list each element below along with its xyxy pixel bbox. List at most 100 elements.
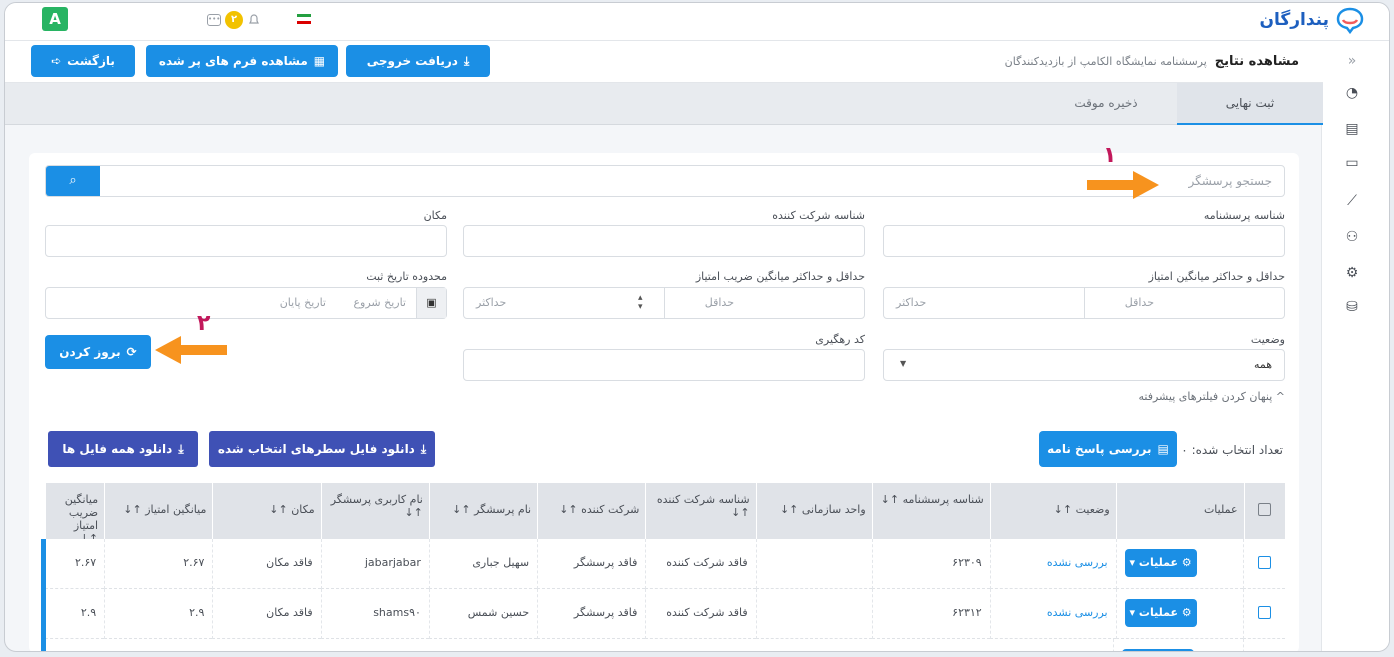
row-ops-button[interactable]: ⚙ عملیات ▾ [1124, 549, 1197, 577]
avg-cell: ۲.۶۷ [104, 539, 213, 589]
calendar-icon[interactable]: ▭ [1342, 153, 1362, 173]
ops-cell: ⚙ عملیات ▾ [1115, 589, 1244, 639]
company-id-cell: فاقد شرکت کننده [645, 589, 756, 639]
qid-cell: ۶۲۳۰۹ [871, 539, 990, 589]
chart-icon[interactable]: ⟋ [1342, 191, 1362, 211]
ops-cell [1113, 639, 1243, 651]
header-name[interactable]: نام پرسشگر ↑↓ [428, 483, 538, 539]
brand-bubble-icon [1335, 6, 1365, 34]
table-row-partial [45, 639, 1285, 651]
header-company[interactable]: شرکت کننده ↑↓ [537, 483, 646, 539]
database-icon[interactable]: ⛁ [1342, 297, 1362, 317]
filter-card: ⌕ جستجو پرسشگر شناسه پرسشنامه شناسه شرکت… [29, 153, 1299, 651]
location-label: مکان [423, 209, 447, 222]
sidebar: » ◔ ▤ ▭ ⟋ ⚇ ⚙ ⛁ [1321, 41, 1389, 651]
export-button[interactable]: ⤓ دریافت خروجی [346, 45, 490, 77]
chevron-up-icon: ^ [1275, 390, 1285, 403]
tab-draft[interactable]: ذخیره موقت [1035, 83, 1177, 125]
hide-advanced-label: پنهان کردن فیلترهای پیشرفته [1138, 390, 1273, 403]
user-avatar[interactable]: A [42, 7, 68, 31]
header-status[interactable]: وضعیت ↑↓ [989, 483, 1116, 539]
refresh-button[interactable]: ⟳ بروز کردن [45, 335, 151, 369]
hide-advanced-filters-link[interactable]: ^ پنهان کردن فیلترهای پیشرفته [1139, 390, 1285, 403]
header-username[interactable]: نام کاربری پرسشگر ↑↓ [320, 483, 429, 539]
header-avg-score[interactable]: میانگین امتیاز ↑↓ [104, 483, 213, 539]
iran-flag-icon[interactable] [297, 14, 311, 24]
review-label: بررسی پاسخ نامه [1047, 442, 1152, 456]
export-label: دریافت خروجی [366, 54, 458, 68]
gear-icon[interactable]: ⚙ [1342, 263, 1362, 283]
row-checkbox[interactable] [1258, 556, 1272, 569]
calendar-icon[interactable]: ▣ [416, 288, 446, 318]
header-company-id[interactable]: شناسه شرکت کننده ↑↓ [645, 483, 756, 539]
search-placeholder: جستجو پرسشگر [1188, 174, 1272, 188]
header-location[interactable]: مکان ↑↓ [212, 483, 321, 539]
name-cell: حسین شمس [428, 589, 538, 639]
download-selected-label: دانلود فایل سطرهای انتخاب شده [217, 442, 415, 456]
company-id-field[interactable] [463, 225, 865, 257]
page-subtitle: پرسشنامه نمایشگاه الکامپ از بازدیدکنندگا… [1004, 55, 1207, 68]
app-window: A ••• ۲ پندارگان » ◔ ▤ ▭ ⟋ ⚇ ⚙ ⛁ بازگشت ➪ [4, 2, 1390, 652]
row-checkbox[interactable] [1258, 606, 1272, 619]
avg-cell: ۲.۹ [104, 589, 213, 639]
row-ops-button[interactable] [1122, 649, 1194, 651]
location-cell: فاقد مکان [212, 539, 321, 589]
download-selected-button[interactable]: ⤓ دانلود فایل سطرهای انتخاب شده [209, 431, 435, 467]
table-row: ⚙ عملیات ▾ بررسی نشده ۶۲۳۰۹ فاقد شرکت کن… [45, 539, 1285, 589]
download-all-button[interactable]: ⤓ دانلود همه فایل ها [48, 431, 198, 467]
header-ops: عملیات [1115, 483, 1244, 539]
stepper-icon[interactable]: ▴ ▾ [638, 294, 643, 312]
table-icon: ▦ [313, 54, 326, 68]
download-icon: ⤓ [463, 53, 470, 68]
row-select-cell [1243, 639, 1285, 651]
review-answers-button[interactable]: ▤ بررسی پاسخ نامه [1039, 431, 1177, 467]
annotation-marker-1: ۱ [1103, 143, 1117, 168]
coef-cell: ۲.۹ [45, 589, 105, 639]
qid-cell: ۶۲۳۱۲ [871, 589, 990, 639]
questionnaire-id-field[interactable] [883, 225, 1285, 257]
search-icon[interactable]: ⌕ [46, 166, 100, 196]
refresh-label: بروز کردن [59, 345, 121, 359]
header-questionnaire-id[interactable]: شناسه پرسشنامه ↑↓ [871, 483, 990, 539]
end-date-placeholder: تاریخ پایان [279, 296, 326, 309]
coef-range-field[interactable]: حداقل ▴ ▾ حداکثر [463, 287, 865, 319]
status-cell[interactable]: بررسی نشده [989, 539, 1116, 589]
top-bar: A ••• ۲ پندارگان [5, 3, 1389, 41]
date-range-field[interactable]: ▣ تاریخ شروع تاریخ پایان [45, 287, 447, 319]
company-cell: فاقد پرسشگر [537, 539, 646, 589]
list-icon[interactable]: ▤ [1342, 119, 1362, 139]
coef-cell: ۲.۶۷ [45, 539, 105, 589]
collapse-icon[interactable]: » [1342, 51, 1362, 71]
dashboard-icon[interactable]: ◔ [1342, 83, 1362, 103]
bell-icon[interactable] [247, 13, 261, 27]
status-select[interactable]: همه ▼ [883, 349, 1285, 381]
selected-count: تعداد انتخاب شده: ۰ [1181, 443, 1283, 457]
chat-icon[interactable]: ••• [207, 14, 221, 26]
status-cell[interactable]: بررسی نشده [989, 589, 1116, 639]
ops-label: عملیات [1138, 606, 1178, 619]
clipboard-icon: ▤ [1157, 442, 1169, 456]
tab-final[interactable]: ثبت نهایی [1177, 83, 1323, 125]
select-all-checkbox[interactable] [1258, 503, 1272, 516]
location-field[interactable] [45, 225, 447, 257]
view-forms-label: مشاهده فرم های پر شده [158, 54, 308, 68]
tracking-code-field[interactable] [463, 349, 865, 381]
header-unit[interactable]: واحد سازمانی ↑↓ [755, 483, 872, 539]
row-highlight-bar [41, 539, 46, 651]
row-ops-button[interactable]: ⚙ عملیات ▾ [1124, 599, 1197, 627]
page-header: بازگشت ➪ ▦ مشاهده فرم های پر شده ⤓ دریافت خ… [5, 41, 1323, 83]
view-forms-button[interactable]: ▦ مشاهده فرم های پر شده [146, 45, 338, 77]
back-button[interactable]: بازگشت ➪ [31, 45, 135, 77]
unit-cell [755, 589, 872, 639]
chevron-down-icon: ▼ [900, 359, 907, 368]
notification-badge[interactable]: ۲ [225, 11, 243, 29]
selected-count-label: تعداد انتخاب شده: [1191, 443, 1283, 457]
score-range-field[interactable]: حداقل حداکثر [883, 287, 1285, 319]
refresh-icon: ⟳ [126, 345, 137, 359]
back-label: بازگشت [67, 54, 115, 68]
top-icons: ••• ۲ [207, 11, 261, 29]
header-avg-coef[interactable]: میانگین ضریب امتیاز ↑↓ [44, 483, 105, 539]
brand-logo[interactable]: پندارگان [1259, 6, 1365, 34]
user-settings-icon[interactable]: ⚇ [1342, 227, 1362, 247]
score-range-label: حداقل و حداکثر میانگین امتیاز [1148, 270, 1285, 283]
